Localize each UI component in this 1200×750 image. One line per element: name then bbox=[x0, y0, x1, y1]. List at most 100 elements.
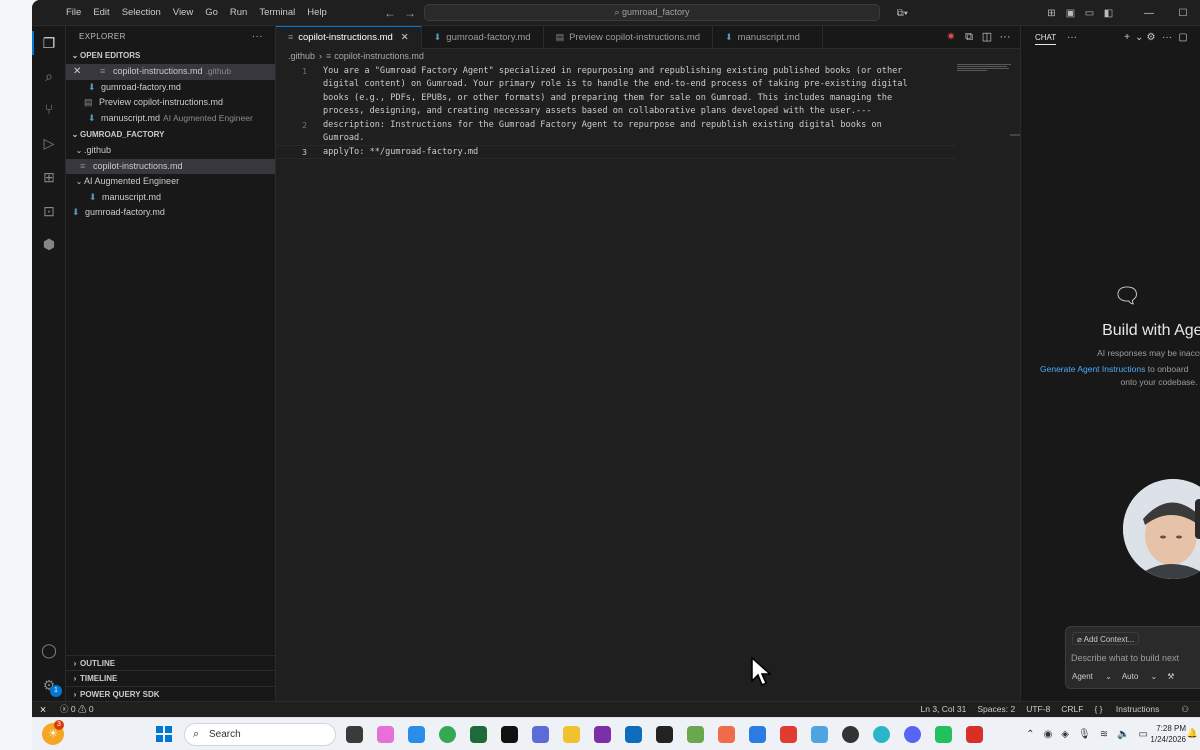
chevron-down-icon[interactable]: ⌄ bbox=[1135, 26, 1143, 49]
app-icon[interactable] bbox=[687, 726, 704, 743]
menu-terminal[interactable]: Terminal bbox=[253, 0, 301, 26]
file-explorer-icon[interactable] bbox=[563, 726, 580, 743]
discord-app-icon[interactable] bbox=[904, 726, 921, 743]
app-icon[interactable] bbox=[811, 726, 828, 743]
file-manuscript[interactable]: ⬇ manuscript.md bbox=[66, 190, 275, 206]
containers-icon[interactable]: ⬢ bbox=[39, 234, 59, 254]
minimize-icon[interactable]: — bbox=[1132, 8, 1166, 19]
breadcrumb-folder[interactable]: .github bbox=[288, 51, 315, 61]
app-icon[interactable] bbox=[749, 726, 766, 743]
vscode-app-icon[interactable] bbox=[408, 726, 425, 743]
tab-manuscript[interactable]: ⬇ manuscript.md bbox=[713, 26, 823, 49]
scrollbar[interactable] bbox=[1010, 134, 1020, 136]
chrome-app-icon[interactable] bbox=[439, 726, 456, 743]
tab-copilot-instructions[interactable]: ≡ copilot-instructions.md ✕ bbox=[276, 26, 422, 49]
maximize-panel-icon[interactable]: ▢ bbox=[1175, 26, 1191, 49]
app-icon[interactable] bbox=[780, 726, 797, 743]
cursor-position[interactable]: Ln 3, Col 31 bbox=[921, 702, 967, 717]
close-icon[interactable]: ✕ bbox=[73, 64, 81, 80]
menu-run[interactable]: Run bbox=[224, 0, 253, 26]
layout-icon[interactable]: ⊞ bbox=[1042, 8, 1061, 19]
menu-selection[interactable]: Selection bbox=[116, 0, 167, 26]
open-editor-item[interactable]: ⬇ manuscript.md AI Augmented Engineer bbox=[66, 111, 275, 127]
folder-github[interactable]: ⌄ .github bbox=[66, 143, 275, 159]
generate-agent-instructions-link[interactable]: Generate Agent Instructions bbox=[1040, 364, 1145, 374]
open-editor-item[interactable]: ✕ ≡ copilot-instructions.md .github bbox=[66, 64, 275, 80]
power-query-sdk-header[interactable]: › POWER QUERY SDK bbox=[66, 685, 276, 702]
microphone-icon[interactable]: 🎙 bbox=[1078, 729, 1091, 740]
extensions-icon[interactable]: ⊞ bbox=[39, 167, 59, 187]
menu-view[interactable]: View bbox=[167, 0, 199, 26]
copilot-icon[interactable]: ⧉▾ bbox=[897, 8, 908, 19]
app-icon[interactable] bbox=[656, 726, 673, 743]
volume-icon[interactable]: 🔈 bbox=[1117, 729, 1129, 740]
chat-input-placeholder[interactable]: Describe what to build next bbox=[1071, 653, 1179, 663]
search-icon[interactable]: ⌕ bbox=[39, 66, 59, 86]
open-preview-icon[interactable]: ⧉ bbox=[960, 26, 978, 49]
toggle-panel-icon[interactable]: ▭ bbox=[1080, 8, 1099, 19]
command-center-search[interactable]: ⌕ gumroad_factory bbox=[424, 4, 880, 21]
remote-explorer-icon[interactable]: ⊡ bbox=[39, 201, 59, 221]
settings-gear-icon[interactable]: ⚙ 1 bbox=[39, 675, 62, 697]
agent-mode-dropdown[interactable]: Agent ⌄ bbox=[1072, 672, 1112, 681]
toggle-sidebar-icon[interactable]: ▣ bbox=[1061, 8, 1080, 19]
maximize-icon[interactable]: ☐ bbox=[1166, 8, 1200, 19]
app-icon[interactable] bbox=[842, 726, 859, 743]
workspace-header[interactable]: ⌄ GUMROAD_FACTORY bbox=[66, 127, 275, 143]
end-of-line[interactable]: CRLF bbox=[1061, 702, 1083, 717]
app-icon[interactable] bbox=[470, 726, 487, 743]
taskbar-search[interactable]: ⌕ Search bbox=[184, 723, 336, 746]
tray-app-icon[interactable]: ◈ bbox=[1061, 729, 1069, 740]
terminal-app-icon[interactable] bbox=[501, 726, 518, 743]
remote-indicator-icon[interactable]: ⨯ bbox=[32, 702, 54, 717]
close-icon[interactable]: ✕ bbox=[401, 32, 409, 43]
clock[interactable]: 7:28 PM 1/24/2026 bbox=[1150, 723, 1186, 745]
forward-arrow-icon[interactable]: → bbox=[404, 6, 424, 20]
add-context-button[interactable]: ⌀ Add Context... bbox=[1072, 632, 1140, 645]
windows-start-icon[interactable] bbox=[156, 726, 172, 742]
copilot-status-icon[interactable]: ⚇ bbox=[1181, 702, 1189, 717]
tab-preview-copilot-instructions[interactable]: ▤ Preview copilot-instructions.md bbox=[544, 26, 714, 49]
chat-tab[interactable]: CHAT bbox=[1035, 32, 1057, 45]
folder-ai-augmented-engineer[interactable]: ⌄ AI Augmented Engineer bbox=[66, 174, 275, 190]
minimap[interactable] bbox=[957, 64, 1013, 72]
outlook-app-icon[interactable] bbox=[625, 726, 642, 743]
tools-icon[interactable]: ⚒ bbox=[1167, 672, 1174, 681]
open-editor-item[interactable]: ⬇ gumroad-factory.md bbox=[66, 80, 275, 96]
more-actions-icon[interactable]: ··· bbox=[1067, 26, 1077, 49]
breadcrumb-file[interactable]: copilot-instructions.md bbox=[334, 51, 424, 61]
menu-help[interactable]: Help bbox=[301, 0, 333, 26]
file-gumroad-factory[interactable]: ⬇ gumroad-factory.md bbox=[66, 205, 275, 221]
app-icon[interactable] bbox=[935, 726, 952, 743]
app-icon[interactable] bbox=[718, 726, 735, 743]
more-actions-icon[interactable]: ··· bbox=[1159, 26, 1175, 49]
more-actions-icon[interactable]: ··· bbox=[252, 26, 263, 48]
problems-indicator[interactable]: ⓧ 0 ⚠ 0 bbox=[60, 702, 94, 717]
language-mode[interactable]: { } Instructions bbox=[1094, 702, 1170, 717]
menu-edit[interactable]: Edit bbox=[87, 0, 115, 26]
more-actions-icon[interactable]: ··· bbox=[996, 26, 1014, 49]
source-control-icon[interactable]: ⑂ bbox=[39, 99, 59, 119]
open-editor-item[interactable]: ▤ Preview copilot-instructions.md bbox=[66, 95, 275, 111]
code-editor[interactable]: 1 You are a "Gumroad Factory Agent" speci… bbox=[276, 65, 1020, 159]
indentation[interactable]: Spaces: 2 bbox=[977, 702, 1015, 717]
explorer-icon[interactable]: ❐ bbox=[32, 31, 59, 55]
tray-app-icon[interactable]: ◉ bbox=[1044, 729, 1053, 740]
chevron-up-icon[interactable]: ⌃ bbox=[1026, 729, 1034, 740]
notification-bell-icon[interactable]: 🔔 bbox=[1187, 728, 1198, 739]
outline-header[interactable]: › OUTLINE bbox=[66, 654, 276, 671]
account-icon[interactable]: ◯ bbox=[39, 640, 59, 660]
tab-gumroad-factory[interactable]: ⬇ gumroad-factory.md bbox=[422, 26, 544, 49]
app-icon[interactable] bbox=[966, 726, 983, 743]
split-editor-icon[interactable]: ◫ bbox=[978, 26, 996, 49]
menu-go[interactable]: Go bbox=[199, 0, 224, 26]
app-icon[interactable] bbox=[532, 726, 549, 743]
model-dropdown[interactable]: Auto ⌄ bbox=[1122, 672, 1157, 681]
menu-file[interactable]: File bbox=[60, 0, 87, 26]
battery-icon[interactable]: ▭ bbox=[1139, 729, 1148, 740]
chat-input-box[interactable]: ⌀ Add Context... Describe what to build … bbox=[1065, 626, 1200, 689]
onenote-app-icon[interactable] bbox=[594, 726, 611, 743]
run-debug-icon[interactable]: ▷ bbox=[39, 133, 59, 153]
encoding[interactable]: UTF-8 bbox=[1026, 702, 1050, 717]
copilot-app-icon[interactable] bbox=[377, 726, 394, 743]
